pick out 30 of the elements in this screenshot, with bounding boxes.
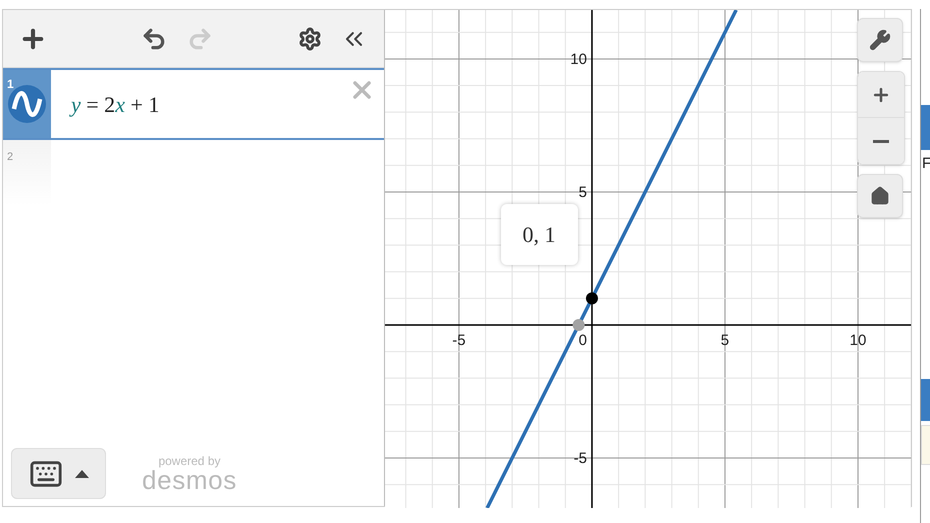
minus-icon — [873, 140, 889, 142]
side-panel-bar — [921, 379, 930, 421]
y-tick-label: 10 — [570, 50, 587, 68]
settings-icon — [298, 26, 322, 50]
side-panel-box — [921, 425, 930, 465]
x-tick-label: 5 — [720, 332, 729, 349]
zoom-in-button[interactable] — [858, 72, 904, 118]
x-tick-label: -5 — [452, 332, 466, 349]
caret-up-icon — [74, 470, 88, 478]
settings-button[interactable] — [298, 26, 322, 50]
expression-index: 2 — [7, 152, 14, 163]
home-button[interactable] — [857, 174, 903, 218]
keyboard-button[interactable] — [11, 448, 106, 499]
graph-point[interactable] — [586, 292, 598, 304]
home-icon — [870, 186, 890, 206]
x-tick-label: 10 — [849, 332, 866, 349]
desmos-wordmark: desmos — [142, 466, 237, 492]
wrench-icon — [869, 29, 891, 51]
y-tick-label: -5 — [573, 450, 587, 467]
expression-row[interactable]: 1 y = 2x + 1 — [3, 68, 384, 140]
expression-input[interactable]: y = 2x + 1 — [71, 88, 160, 120]
undo-button[interactable] — [141, 26, 168, 52]
powered-by-text: powered by — [158, 454, 220, 466]
expression-index: 1 — [7, 78, 14, 90]
y-tick-label: 5 — [578, 184, 587, 201]
point-label: 0, 1 — [500, 204, 578, 266]
origin-label: 0 — [578, 332, 587, 349]
intercept-point[interactable] — [572, 318, 584, 331]
side-panel-bar — [921, 105, 930, 150]
zoom-out-button[interactable] — [858, 118, 904, 164]
